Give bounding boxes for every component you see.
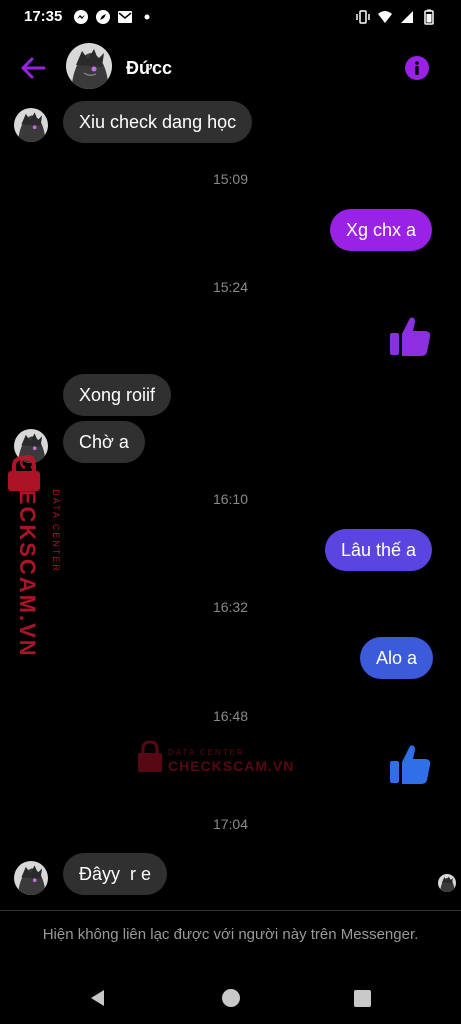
- incoming-message-bubble[interactable]: Xiu check dang học: [63, 101, 253, 143]
- incoming-message-bubble[interactable]: Đâyy r e: [63, 853, 168, 895]
- signal-icon: [401, 11, 413, 23]
- status-time: 17:35: [24, 8, 63, 25]
- composer-divider: [0, 910, 461, 911]
- nav-home-icon[interactable]: [222, 989, 240, 1007]
- messenger-chat-screen: 17:35 Đứcc Xiu check dang học 15:09 Xg c…: [0, 0, 461, 1024]
- back-arrow-icon[interactable]: [18, 54, 48, 82]
- status-notification-icons: [73, 9, 155, 25]
- outgoing-message-bubble[interactable]: Xg chx a: [330, 209, 433, 251]
- message-timestamp: 16:10: [212, 491, 249, 507]
- lock-icon: [138, 740, 162, 772]
- nav-recents-icon[interactable]: [354, 990, 371, 1007]
- mail-icon: [118, 11, 132, 23]
- chat-header: Đứcc: [0, 34, 461, 98]
- contact-avatar[interactable]: [66, 43, 112, 89]
- android-nav-bar: [0, 974, 461, 1024]
- outgoing-message-bubble[interactable]: Lâu thế a: [325, 529, 433, 571]
- vibrate-icon: [356, 10, 370, 24]
- wifi-icon: [378, 11, 392, 23]
- thumbs-up-icon[interactable]: [388, 314, 432, 358]
- message-timestamp: 16:48: [212, 708, 249, 724]
- avatar-image-icon: [14, 861, 48, 895]
- watermark-center: DATA CENTER CHECKSCAM.VN: [136, 740, 296, 780]
- messenger-icon: [74, 10, 88, 24]
- thumbs-up-icon[interactable]: [388, 742, 432, 786]
- message-timestamp: 15:24: [212, 279, 249, 295]
- incoming-message-bubble[interactable]: Chờ a: [63, 421, 145, 463]
- compass-icon: [96, 10, 110, 24]
- watermark-vertical: CHECKSCAM.VN DATA CENTER: [4, 454, 61, 658]
- nav-back-icon[interactable]: [88, 988, 108, 1008]
- outgoing-message-bubble[interactable]: Alo a: [360, 637, 434, 679]
- read-receipt-avatar: [438, 874, 456, 892]
- dot-icon: [144, 14, 150, 20]
- message-timestamp: 17:04: [212, 816, 249, 832]
- avatar-image-icon: [438, 874, 456, 892]
- avatar-image-icon: [66, 43, 112, 89]
- watermark-sub: DATA CENTER: [51, 489, 61, 573]
- sender-avatar[interactable]: [14, 108, 48, 142]
- message-timestamp: 15:09: [212, 171, 249, 187]
- watermark-sub: DATA CENTER: [168, 748, 245, 757]
- watermark-brand: CHECKSCAM.VN: [168, 758, 295, 774]
- avatar-image-icon: [14, 108, 48, 142]
- watermark-brand: CHECKSCAM.VN: [15, 454, 40, 658]
- contact-name[interactable]: Đứcc: [126, 58, 172, 79]
- status-bar: 17:35: [0, 0, 461, 34]
- status-system-icons: [355, 9, 437, 25]
- incoming-message-bubble[interactable]: Xong roiif: [63, 374, 172, 416]
- unavailable-notice: Hiện không liên lạc được với người này t…: [42, 926, 419, 943]
- sender-avatar[interactable]: [14, 861, 48, 895]
- info-icon[interactable]: [405, 56, 429, 80]
- battery-icon: [424, 9, 434, 25]
- message-timestamp: 16:32: [212, 599, 249, 615]
